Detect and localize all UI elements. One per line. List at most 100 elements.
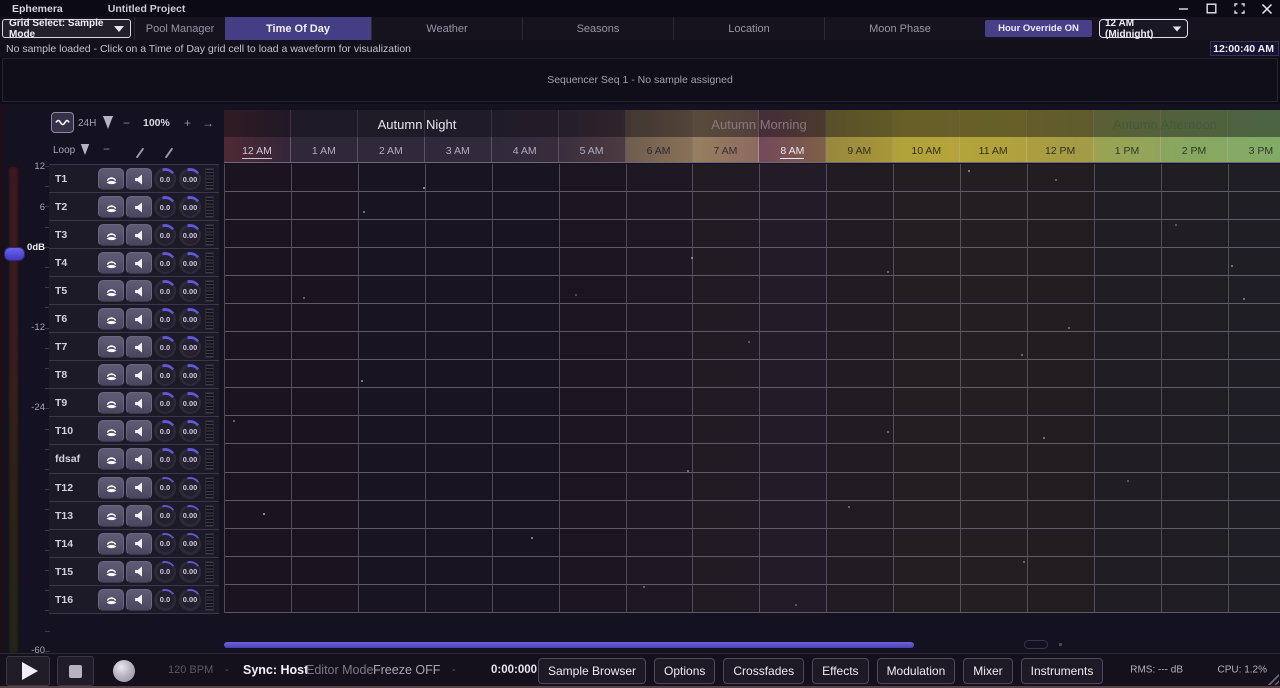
pan-knob[interactable]: 0.00 (179, 505, 201, 527)
hour-label[interactable]: 10 AM (911, 145, 941, 157)
grid-cell[interactable] (961, 360, 1028, 388)
grid-cell[interactable] (961, 220, 1028, 248)
grid-cell[interactable] (693, 220, 760, 248)
grid-cell[interactable] (827, 360, 894, 388)
grid-cell[interactable] (560, 444, 627, 472)
grid-cell[interactable] (1162, 557, 1229, 585)
grid-cell[interactable] (1162, 501, 1229, 529)
listen-button[interactable] (98, 336, 124, 358)
mute-button[interactable] (126, 336, 152, 358)
grid-cell[interactable] (693, 248, 760, 276)
grid-cell[interactable] (627, 557, 694, 585)
grid-cell[interactable] (225, 416, 292, 444)
grid-cell[interactable] (560, 192, 627, 220)
gain-knob[interactable]: 0.0 (154, 561, 176, 583)
grid-cell[interactable] (693, 416, 760, 444)
grid-cell[interactable] (760, 585, 827, 613)
listen-button[interactable] (98, 392, 124, 414)
grid-cell[interactable] (627, 388, 694, 416)
grid-cell[interactable] (894, 585, 961, 613)
listen-button[interactable] (98, 196, 124, 218)
grid-cell[interactable] (760, 332, 827, 360)
grid-cell[interactable] (225, 444, 292, 472)
grid-cell[interactable] (359, 529, 426, 557)
grid-cell[interactable] (426, 332, 493, 360)
grid-cell[interactable] (560, 248, 627, 276)
grid-cell[interactable] (961, 332, 1028, 360)
grid-cell[interactable] (1229, 248, 1280, 276)
grid-cell[interactable] (1028, 220, 1095, 248)
grid-cell[interactable] (627, 416, 694, 444)
grid-cell[interactable] (426, 473, 493, 501)
grid-cell[interactable] (426, 388, 493, 416)
grid-cell[interactable] (1162, 416, 1229, 444)
grid-cell[interactable] (426, 416, 493, 444)
mute-button[interactable] (126, 533, 152, 555)
hour-label[interactable]: 1 AM (312, 145, 336, 157)
mute-button[interactable] (126, 561, 152, 583)
track-name[interactable]: T16 (55, 594, 73, 606)
grid-cell[interactable] (760, 360, 827, 388)
listen-button[interactable] (98, 533, 124, 555)
grid-cell[interactable] (961, 585, 1028, 613)
loop-dropdown-icon[interactable] (81, 144, 90, 155)
grid-cell[interactable] (961, 248, 1028, 276)
grid-cell[interactable] (493, 416, 560, 444)
loop-minus-button[interactable]: − (103, 142, 110, 156)
grid-cell[interactable] (493, 501, 560, 529)
grid-cell[interactable] (1095, 473, 1162, 501)
grid-cell[interactable] (225, 164, 292, 192)
grid-cell[interactable] (1229, 501, 1280, 529)
grid-cell[interactable] (961, 164, 1028, 192)
editor-mode[interactable]: Editor Mode (306, 663, 373, 677)
grid-cell[interactable] (894, 473, 961, 501)
freeze-toggle[interactable]: Freeze OFF (373, 663, 440, 677)
gain-knob[interactable]: 0.0 (154, 533, 176, 555)
grid-cell[interactable] (760, 248, 827, 276)
gain-knob[interactable]: 0.0 (154, 196, 176, 218)
grid-cell[interactable] (627, 304, 694, 332)
hour-label[interactable]: 6 AM (647, 145, 671, 157)
grid-cell[interactable] (426, 164, 493, 192)
gain-knob[interactable]: 0.0 (154, 364, 176, 386)
grid-cell[interactable] (560, 501, 627, 529)
listen-button[interactable] (98, 168, 124, 190)
grid-cell[interactable] (693, 529, 760, 557)
grid-cell[interactable] (760, 501, 827, 529)
grid-cell[interactable] (359, 360, 426, 388)
grid-cell[interactable] (1028, 248, 1095, 276)
grid-cell[interactable] (1028, 557, 1095, 585)
listen-button[interactable] (98, 280, 124, 302)
grid-cell[interactable] (1028, 585, 1095, 613)
mixer-button[interactable]: Mixer (963, 658, 1012, 684)
grid-cell[interactable] (225, 557, 292, 585)
grid-cell[interactable] (693, 304, 760, 332)
mute-button[interactable] (126, 477, 152, 499)
grid-select-dropdown[interactable]: Grid Select: Sample Mode (2, 19, 131, 38)
grid-cell[interactable] (359, 416, 426, 444)
grid-cell[interactable] (225, 248, 292, 276)
grid-cell[interactable] (560, 473, 627, 501)
grid-cell[interactable] (627, 164, 694, 192)
sample-browser-button[interactable]: Sample Browser (538, 658, 646, 684)
pan-knob[interactable]: 0.00 (179, 168, 201, 190)
grid-cell[interactable] (827, 304, 894, 332)
grid-cell[interactable] (560, 220, 627, 248)
track-name[interactable]: T10 (55, 425, 73, 437)
grid-cell[interactable] (292, 529, 359, 557)
grid-cell[interactable] (426, 529, 493, 557)
grid-cell[interactable] (627, 444, 694, 472)
grid-cell[interactable] (760, 388, 827, 416)
grid-cell[interactable] (225, 585, 292, 613)
waveform-display[interactable]: Sequencer Seq 1 - No sample assigned (2, 58, 1278, 102)
grid-cell[interactable] (359, 276, 426, 304)
grid-cell[interactable] (1028, 529, 1095, 557)
grid-cell[interactable] (693, 360, 760, 388)
mute-button[interactable] (126, 308, 152, 330)
grid-cell[interactable] (827, 248, 894, 276)
listen-button[interactable] (98, 561, 124, 583)
pan-knob[interactable]: 0.00 (179, 420, 201, 442)
grid-cell[interactable] (1162, 304, 1229, 332)
mute-button[interactable] (126, 224, 152, 246)
sync-mode[interactable]: Sync: Host (243, 663, 308, 677)
